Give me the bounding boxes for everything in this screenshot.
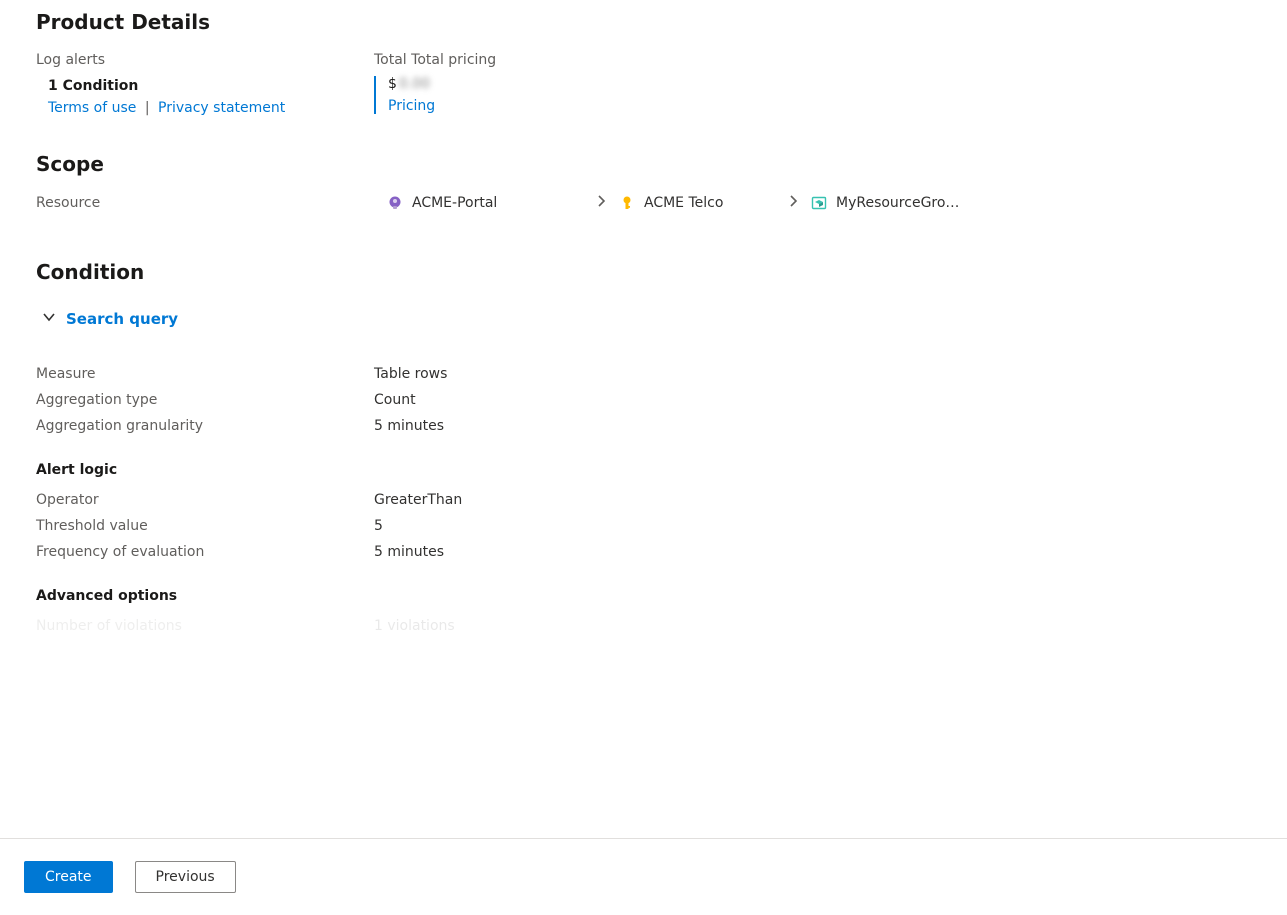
chevron-down-icon <box>42 310 56 328</box>
create-button[interactable]: Create <box>24 861 113 893</box>
frequency-value: 5 minutes <box>374 544 444 560</box>
aggregation-type-value: Count <box>374 392 416 408</box>
breadcrumb-label: ACME-Portal <box>412 195 497 211</box>
aggregation-granularity-value: 5 minutes <box>374 418 444 434</box>
link-separator: | <box>145 100 150 116</box>
search-query-toggle[interactable]: Search query <box>42 310 1287 328</box>
frequency-label: Frequency of evaluation <box>36 544 374 560</box>
operator-label: Operator <box>36 492 374 508</box>
aggregation-granularity-label: Aggregation granularity <box>36 418 374 434</box>
condition-count: 1 Condition <box>48 78 374 94</box>
breadcrumb-item-resourcegroup[interactable]: MyResourceGro… <box>810 194 970 212</box>
scope-heading: Scope <box>36 152 1287 176</box>
lightbulb-icon <box>386 194 404 212</box>
footer-bar: Create Previous <box>0 838 1287 915</box>
total-pricing-label: Total Total pricing <box>374 52 496 68</box>
resource-breadcrumb: ACME-Portal ACME Telco MyResourceGro… <box>386 194 970 212</box>
violations-label: Number of violations <box>36 618 374 634</box>
aggregation-type-label: Aggregation type <box>36 392 374 408</box>
previous-button[interactable]: Previous <box>135 861 236 893</box>
threshold-label: Threshold value <box>36 518 374 534</box>
search-query-label: Search query <box>66 310 178 328</box>
resource-label: Resource <box>36 195 386 211</box>
resource-group-icon <box>810 194 828 212</box>
breadcrumb-item-portal[interactable]: ACME-Portal <box>386 194 596 212</box>
pricing-link[interactable]: Pricing <box>388 98 435 114</box>
violations-value: 1 violations <box>374 618 455 634</box>
log-alerts-label: Log alerts <box>36 52 374 68</box>
chevron-right-icon <box>596 195 608 211</box>
measure-value: Table rows <box>374 366 447 382</box>
breadcrumb-label: ACME Telco <box>644 195 723 211</box>
price-symbol: $ <box>388 76 397 92</box>
product-details-heading: Product Details <box>36 10 1287 34</box>
price-value-blurred: 0.00 <box>399 76 430 92</box>
key-icon <box>618 194 636 212</box>
alert-logic-heading: Alert logic <box>36 462 1287 478</box>
terms-of-use-link[interactable]: Terms of use <box>48 100 136 116</box>
privacy-statement-link[interactable]: Privacy statement <box>158 100 285 116</box>
measure-label: Measure <box>36 366 374 382</box>
chevron-right-icon <box>788 195 800 211</box>
operator-value: GreaterThan <box>374 492 462 508</box>
breadcrumb-item-telco[interactable]: ACME Telco <box>618 194 788 212</box>
threshold-value: 5 <box>374 518 383 534</box>
advanced-options-heading: Advanced options <box>36 588 1287 604</box>
breadcrumb-label: MyResourceGro… <box>836 195 959 211</box>
condition-heading: Condition <box>36 260 1287 284</box>
